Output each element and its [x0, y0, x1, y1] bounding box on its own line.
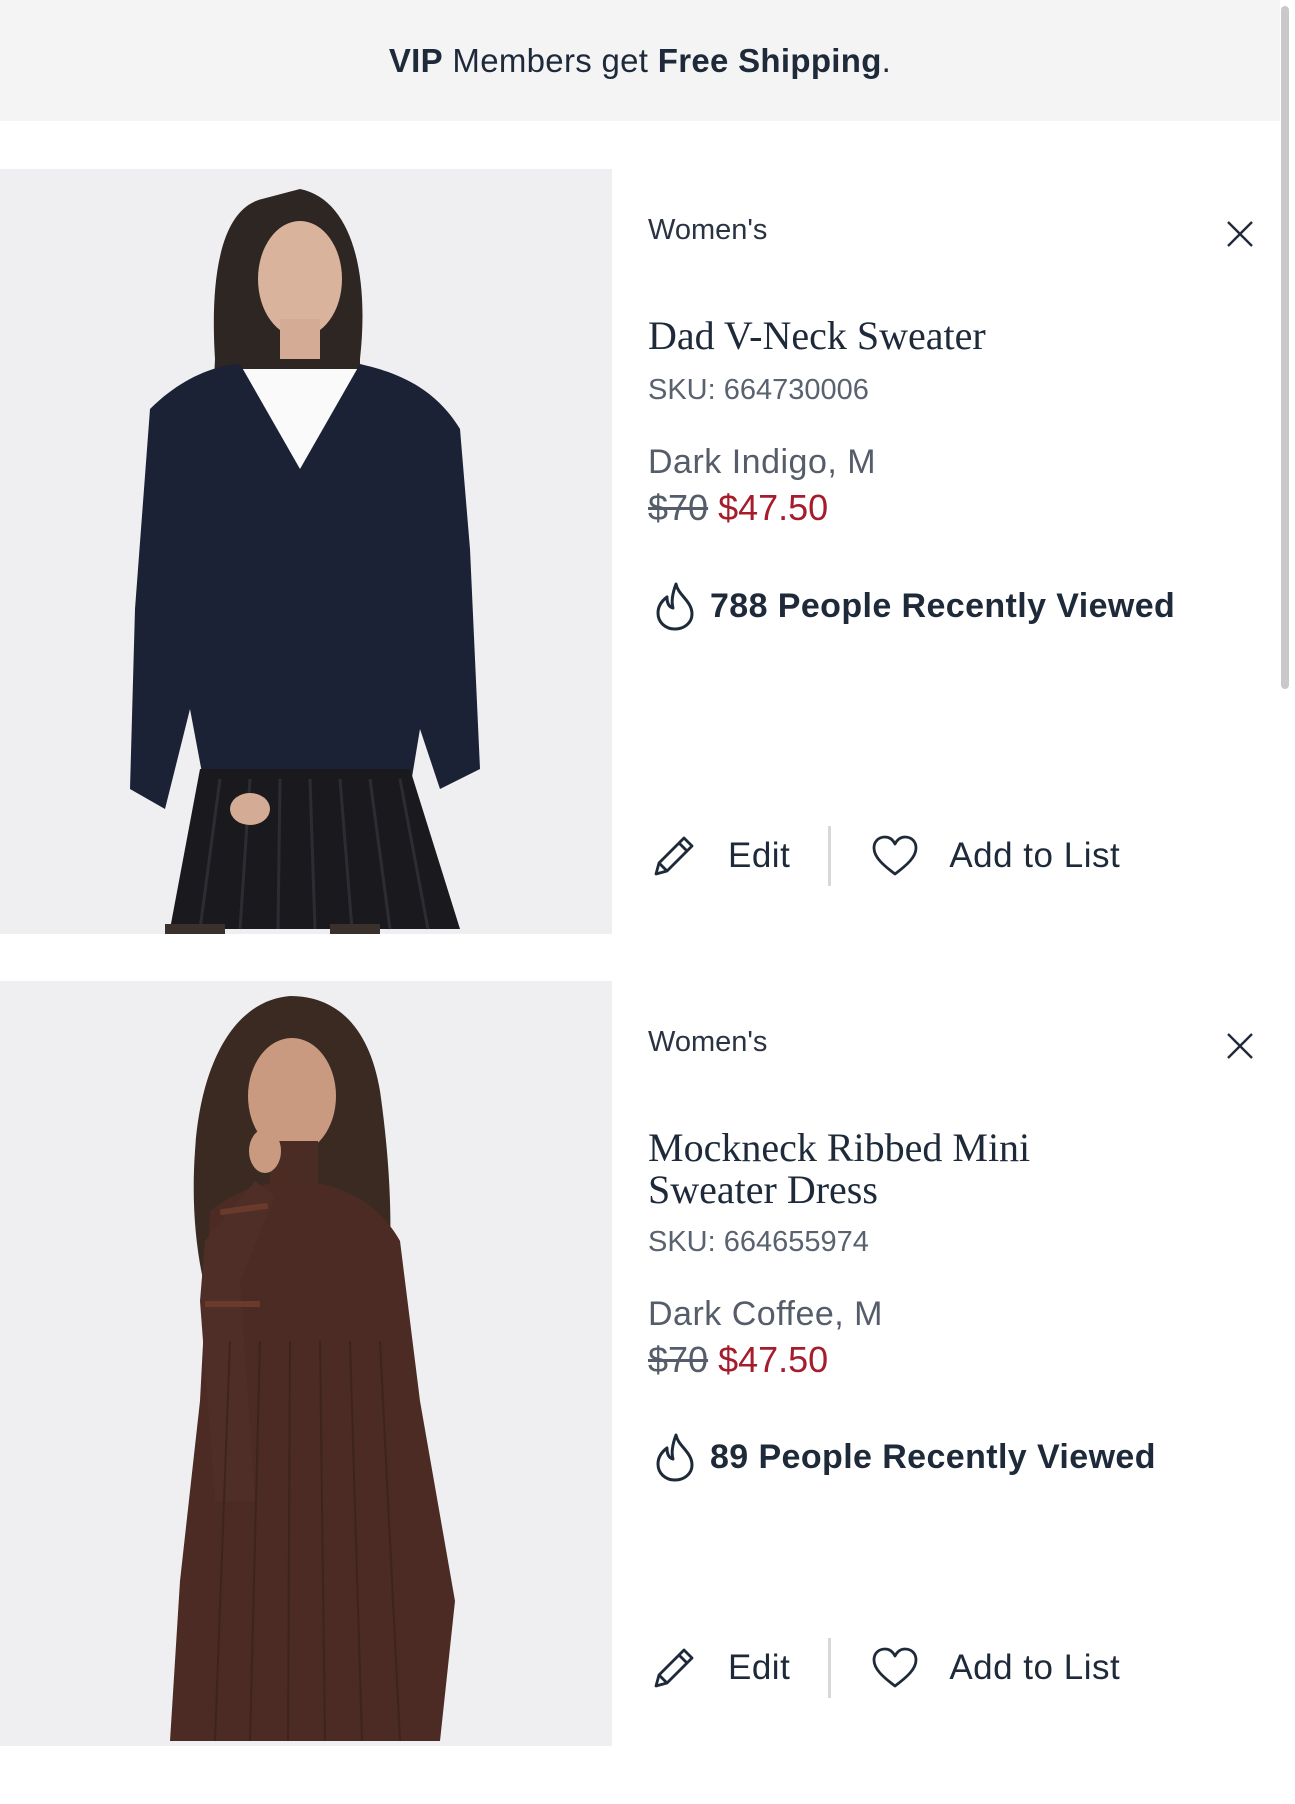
flame-icon	[656, 582, 694, 631]
product-photo-sweater	[0, 169, 612, 934]
sale-price: $47.50	[718, 1339, 829, 1380]
heart-icon	[872, 835, 918, 876]
product-price: $70 $47.50	[648, 1339, 828, 1381]
product-title[interactable]: Dad V-Neck Sweater	[648, 315, 1118, 357]
recently-viewed-badge: 788 People Recently Viewed	[654, 581, 1175, 631]
heart-icon	[872, 1647, 918, 1688]
item-actions: Edit Add to List	[648, 824, 1208, 888]
close-icon	[1227, 1033, 1253, 1059]
remove-item-button[interactable]	[1223, 1029, 1257, 1063]
edit-label: Edit	[728, 836, 791, 875]
product-category: Women's	[648, 1026, 768, 1058]
product-title[interactable]: Mockneck Ribbed Mini Sweater Dress	[648, 1127, 1068, 1211]
scrollbar-thumb[interactable]	[1281, 6, 1289, 689]
wishlist-item: Women's Mockneck Ribbed Mini Sweater Dre…	[0, 981, 1280, 1746]
recently-viewed-badge: 89 People Recently Viewed	[654, 1432, 1156, 1482]
promo-banner: VIP Members get Free Shipping.	[0, 0, 1280, 121]
item-actions: Edit Add to List	[648, 1636, 1208, 1700]
product-photo-dress	[0, 981, 612, 1746]
add-to-list-label: Add to List	[949, 836, 1121, 875]
action-divider	[828, 826, 832, 886]
pencil-icon	[654, 836, 694, 876]
product-variant: Dark Indigo, M	[648, 443, 877, 481]
flame-icon	[656, 1433, 694, 1482]
product-sku: SKU: 664655974	[648, 1226, 869, 1258]
banner-text: VIP Members get Free Shipping.	[388, 41, 892, 79]
add-to-list-label: Add to List	[949, 1648, 1121, 1687]
remove-item-button[interactable]	[1223, 217, 1257, 251]
recently-viewed-text: 89 People Recently Viewed	[710, 1437, 1156, 1476]
edit-label: Edit	[728, 1648, 791, 1687]
product-info: Women's Dad V-Neck Sweater SKU: 66473000…	[648, 169, 1280, 934]
sale-price: $47.50	[718, 487, 829, 528]
action-divider	[828, 1638, 832, 1698]
product-variant: Dark Coffee, M	[648, 1295, 884, 1333]
recently-viewed-text: 788 People Recently Viewed	[710, 586, 1176, 625]
product-category: Women's	[648, 214, 768, 246]
product-image[interactable]	[0, 169, 612, 934]
product-info: Women's Mockneck Ribbed Mini Sweater Dre…	[648, 981, 1280, 1746]
pencil-icon	[654, 1648, 694, 1688]
edit-button[interactable]: Edit	[648, 1642, 790, 1694]
original-price: $70	[648, 487, 709, 528]
original-price: $70	[648, 1339, 709, 1380]
wishlist-item: Women's Dad V-Neck Sweater SKU: 66473000…	[0, 169, 1280, 934]
product-sku: SKU: 664730006	[648, 374, 869, 406]
add-to-list-button[interactable]: Add to List	[869, 1642, 1120, 1694]
product-image[interactable]	[0, 981, 612, 1746]
close-icon	[1227, 221, 1253, 247]
product-price: $70 $47.50	[648, 487, 828, 529]
edit-button[interactable]: Edit	[648, 830, 790, 882]
add-to-list-button[interactable]: Add to List	[869, 830, 1120, 882]
